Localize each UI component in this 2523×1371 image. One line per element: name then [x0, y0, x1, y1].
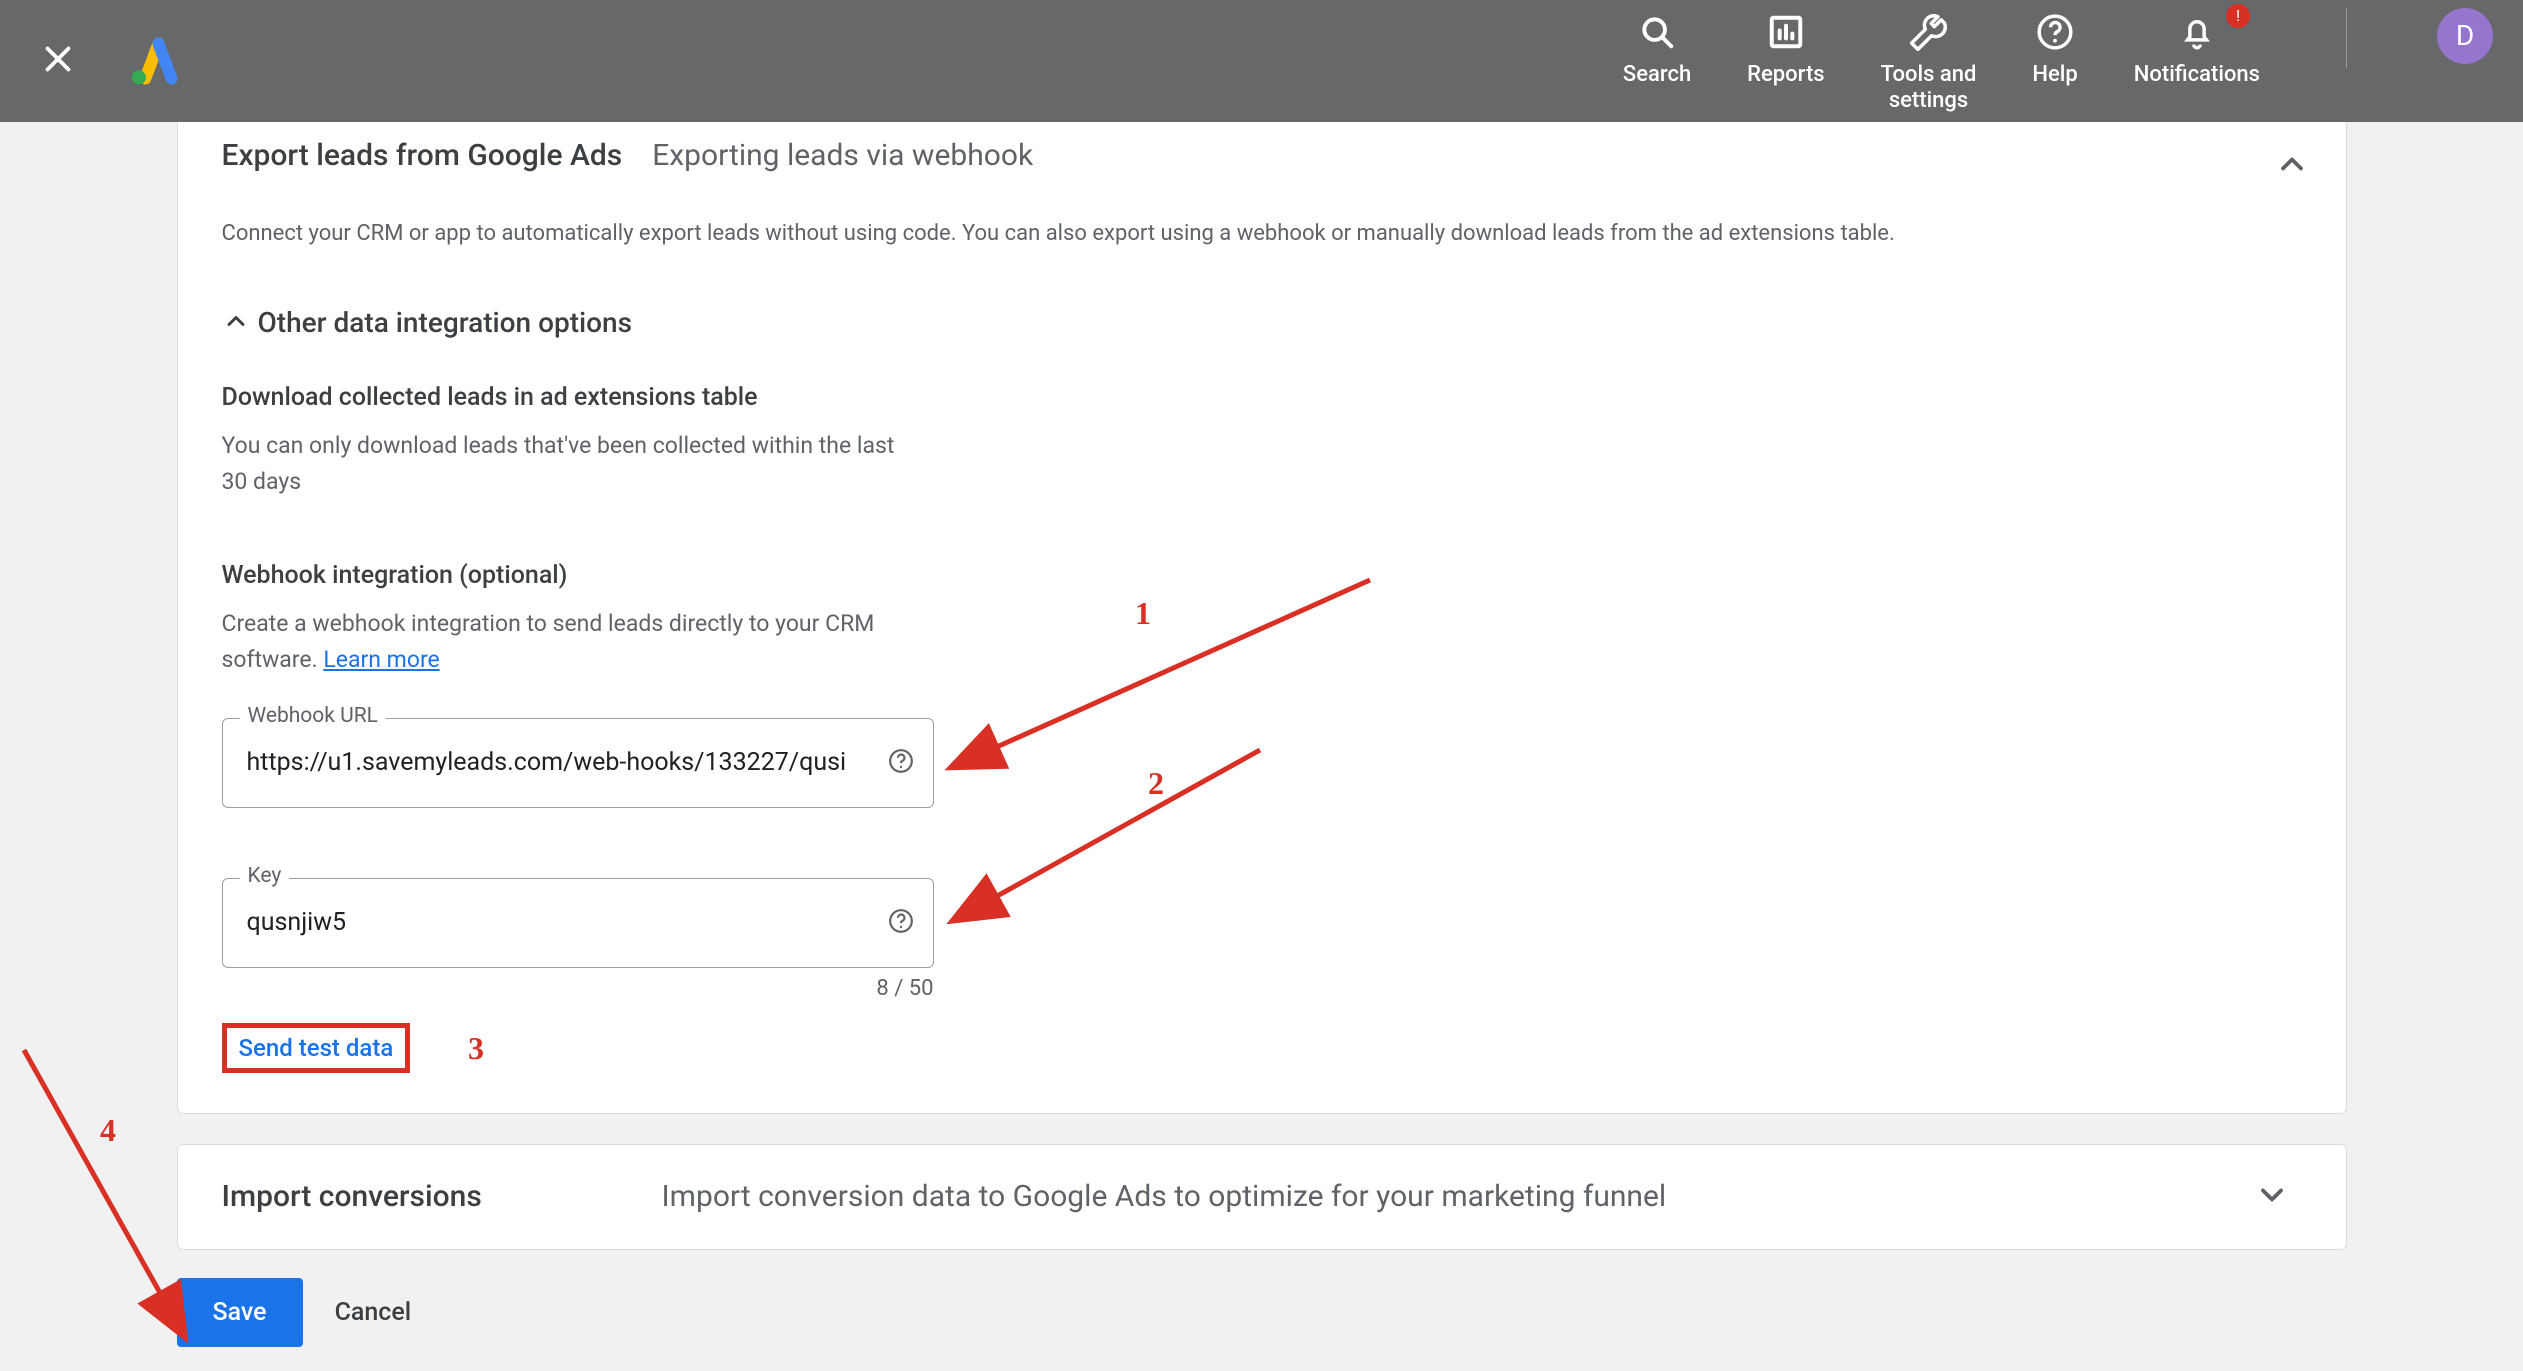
annotation-number: 1 [1135, 595, 1151, 632]
search-icon [1638, 12, 1676, 52]
avatar-letter: D [2456, 19, 2474, 52]
help-icon[interactable] [888, 908, 914, 938]
annotation-number: 3 [468, 1030, 484, 1067]
top-nav: Search Reports Tools and settings Help ! [1623, 8, 2493, 115]
cancel-button[interactable]: Cancel [335, 1298, 412, 1327]
nav-reports[interactable]: Reports [1747, 8, 1824, 88]
chevron-up-icon[interactable] [2274, 146, 2310, 186]
vertical-divider [2346, 8, 2347, 68]
nav-label: Search [1623, 62, 1691, 88]
card-subtitle: Exporting leads via webhook [652, 138, 1033, 173]
card-intro-text: Connect your CRM or app to automatically… [222, 217, 2302, 250]
key-input[interactable] [222, 878, 934, 968]
import-conversions-card[interactable]: Import conversions Import conversion dat… [177, 1144, 2347, 1250]
webhook-url-field: Webhook URL [222, 718, 934, 808]
import-title: Import conversions [222, 1179, 622, 1214]
webhook-desc: Create a webhook integration to send lea… [222, 606, 922, 677]
notification-badge: ! [2226, 4, 2250, 28]
key-label: Key [240, 864, 290, 888]
annotation-arrow [14, 1040, 184, 1320]
chevron-down-icon[interactable] [2254, 1177, 2302, 1217]
top-app-bar: Search Reports Tools and settings Help ! [0, 0, 2523, 122]
key-field: Key [222, 878, 934, 968]
annotation-number: 4 [100, 1112, 116, 1149]
key-char-counter: 8 / 50 [222, 976, 934, 1001]
nav-label: Help [2032, 62, 2077, 88]
download-leads-heading: Download collected leads in ad extension… [222, 383, 2302, 412]
annotation-number: 2 [1148, 765, 1164, 802]
nav-search[interactable]: Search [1623, 8, 1691, 88]
bell-icon [2178, 12, 2216, 52]
wrench-icon [1910, 12, 1948, 52]
learn-more-link[interactable]: Learn more [323, 646, 439, 673]
annotation-box: Send test data [222, 1023, 411, 1073]
card-title: Export leads from Google Ads [222, 138, 623, 173]
annotation-arrow [970, 740, 1280, 920]
nav-label: Notifications [2134, 62, 2260, 88]
google-ads-logo-icon [126, 37, 180, 85]
help-icon[interactable] [888, 748, 914, 778]
footer-actions: Save Cancel [177, 1278, 2347, 1347]
send-test-data-button[interactable]: Send test data [239, 1034, 394, 1062]
chevron-up-icon [222, 307, 250, 339]
other-integration-options-toggle[interactable]: Other data integration options [222, 306, 2302, 339]
nav-label: Reports [1747, 62, 1824, 88]
reports-icon [1767, 12, 1805, 52]
nav-notifications[interactable]: ! Notifications [2134, 8, 2260, 88]
save-button[interactable]: Save [177, 1278, 303, 1347]
close-icon[interactable] [40, 41, 76, 81]
other-options-label: Other data integration options [258, 306, 633, 339]
webhook-url-label: Webhook URL [240, 704, 386, 728]
account-avatar[interactable]: D [2437, 8, 2493, 64]
import-desc: Import conversion data to Google Ads to … [622, 1179, 2254, 1214]
nav-tools-settings[interactable]: Tools and settings [1881, 8, 1977, 115]
webhook-url-input[interactable] [222, 718, 934, 808]
help-icon [2036, 12, 2074, 52]
nav-label: Tools and settings [1881, 62, 1977, 115]
nav-help[interactable]: Help [2032, 8, 2077, 88]
download-leads-desc: You can only download leads that've been… [222, 428, 922, 499]
